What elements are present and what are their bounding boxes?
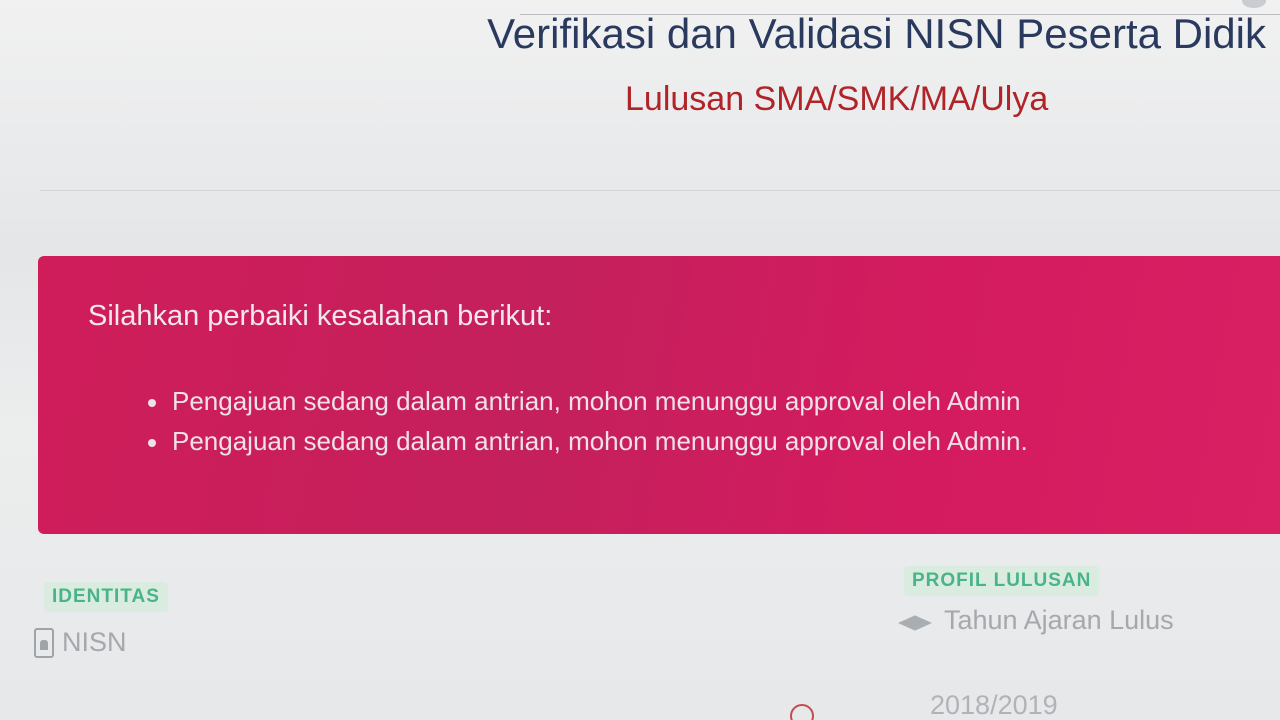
tahun-ajaran-value: 2018/2019 — [930, 690, 1058, 720]
nisn-field: NISN — [34, 627, 127, 658]
nisn-label: NISN — [62, 627, 127, 657]
id-card-icon — [34, 627, 54, 658]
clock-icon — [790, 704, 814, 720]
graduation-cap-icon — [900, 609, 934, 633]
tahun-ajaran-label: Tahun Ajaran Lulus — [944, 605, 1174, 635]
identitas-section-label: IDENTITAS — [44, 582, 168, 612]
page-subtitle: Lulusan SMA/SMK/MA/Ulya — [625, 80, 1049, 118]
error-alert: Silahkan perbaiki kesalahan berikut: Pen… — [38, 256, 1280, 534]
window-control-icon[interactable] — [1242, 0, 1266, 8]
alert-item: Pengajuan sedang dalam antrian, mohon me… — [148, 381, 1028, 421]
alert-heading: Silahkan perbaiki kesalahan berikut: — [88, 300, 553, 332]
header-divider — [40, 190, 1280, 191]
tahun-ajaran-field: Tahun Ajaran Lulus — [900, 605, 1174, 636]
page-title: Verifikasi dan Validasi NISN Peserta Did… — [487, 10, 1266, 57]
profil-lulusan-section-label: PROFIL LULUSAN — [904, 566, 1100, 596]
alert-list: Pengajuan sedang dalam antrian, mohon me… — [148, 381, 1028, 461]
alert-item: Pengajuan sedang dalam antrian, mohon me… — [148, 421, 1028, 461]
page: Verifikasi dan Validasi NISN Peserta Did… — [0, 0, 1280, 720]
